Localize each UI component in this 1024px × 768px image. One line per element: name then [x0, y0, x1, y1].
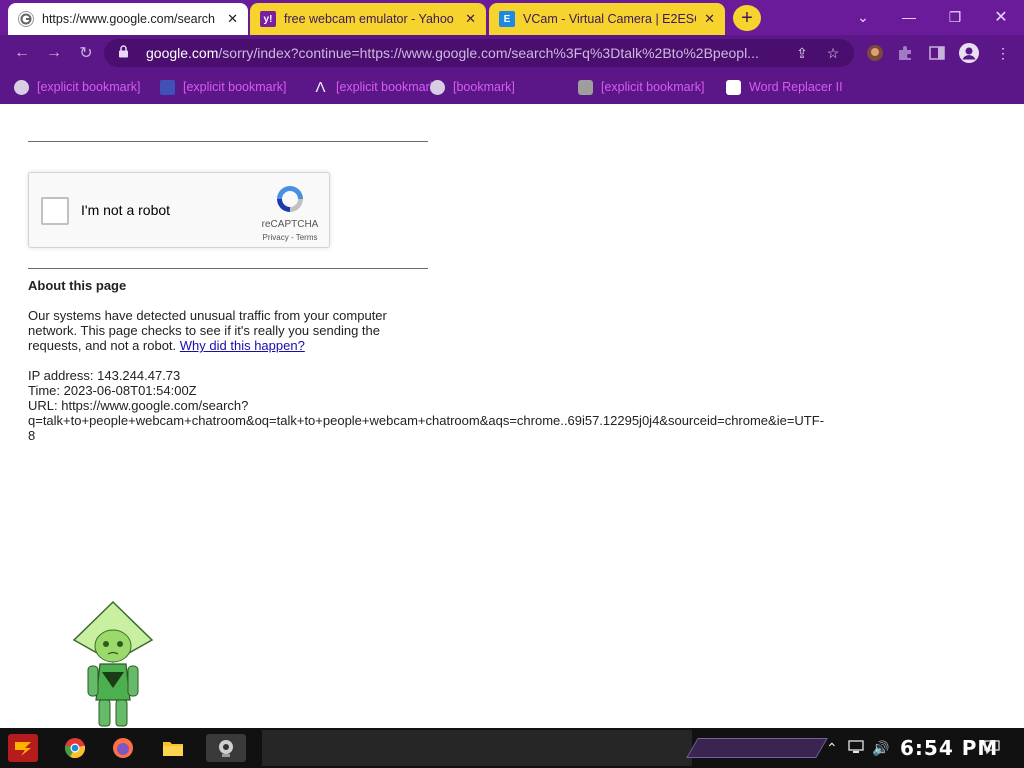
recaptcha-logo-icon — [277, 186, 303, 212]
close-icon[interactable]: ✕ — [227, 11, 238, 27]
account-avatar-icon[interactable] — [958, 43, 980, 63]
lock-icon — [118, 45, 132, 61]
bookmark-item[interactable]: [explicit bookmark] — [160, 77, 287, 97]
start-icon[interactable] — [8, 734, 38, 762]
chrome-icon[interactable] — [60, 734, 90, 762]
kebab-menu-icon[interactable]: ⋮ — [992, 43, 1014, 63]
back-button[interactable]: ← — [10, 41, 34, 65]
firefox-icon[interactable] — [108, 734, 138, 762]
tab-title: VCam - Virtual Camera | E2ESOFT — [523, 12, 696, 26]
notification-icon[interactable] — [984, 740, 1000, 757]
volume-icon[interactable]: 🔊 — [872, 740, 889, 757]
yahoo-icon: y! — [260, 11, 276, 27]
bookmark-label: [explicit bookmark] — [601, 80, 705, 94]
bookmark-label: Word Replacer II — [749, 80, 843, 94]
taskbar-theme-band — [262, 730, 692, 766]
vcam-icon: E — [499, 11, 515, 27]
explanation-paragraph: Our systems have detected unusual traffi… — [28, 308, 428, 353]
google-g-icon — [18, 11, 34, 27]
bookmark-star-icon[interactable]: ☆ — [822, 43, 844, 63]
page-content: I'm not a robot reCAPTCHA Privacy - Term… — [0, 104, 1024, 728]
bookmark-label: [explicit bookmark] — [336, 80, 440, 94]
restore-button[interactable]: ❐ — [938, 4, 972, 30]
bookmark-site-icon — [160, 79, 175, 95]
tab-google-search[interactable]: https://www.google.com/search ✕ — [8, 3, 248, 35]
tab-title: https://www.google.com/search — [42, 12, 215, 26]
chrome-globe-icon — [14, 79, 29, 95]
url-path: /sorry/index?continue=https://www.google… — [218, 45, 759, 61]
chrome-globe-icon — [430, 79, 445, 95]
word-replacer-icon — [726, 79, 741, 95]
recaptcha-brand: reCAPTCHA — [261, 219, 319, 230]
mascot-character-image — [72, 600, 154, 727]
recaptcha-privacy-terms[interactable]: Privacy - Terms — [255, 233, 325, 242]
bookmark-label: [explicit bookmark] — [37, 80, 141, 94]
extensions-puzzle-icon[interactable] — [894, 43, 916, 63]
share-icon[interactable]: ⇪ — [791, 43, 813, 63]
bookmark-item[interactable]: Λ [explicit bookmark] — [313, 77, 440, 97]
bookmark-site-icon — [578, 79, 593, 95]
file-explorer-icon[interactable] — [158, 734, 188, 762]
divider — [28, 268, 428, 269]
close-window-button[interactable]: ✕ — [984, 4, 1018, 30]
bookmark-label: [bookmark] — [453, 80, 515, 94]
forward-button[interactable]: → — [42, 41, 66, 65]
url-line: URL: https://www.google.com/search? — [28, 398, 249, 413]
tab-title: free webcam emulator - Yahoo — [284, 12, 454, 26]
recaptcha-checkbox[interactable] — [41, 197, 69, 225]
ip-address: IP address: 143.244.47.73 — [28, 368, 181, 383]
new-tab-button[interactable]: + — [733, 5, 761, 31]
arrow-right-icon: → — [46, 44, 62, 61]
bookmarks-bar: [explicit bookmark] [explicit bookmark] … — [0, 71, 1024, 104]
tab-search-button[interactable]: ⌄ — [846, 4, 880, 30]
windows-taskbar: ⌃ 🔊 6:54 PM — [0, 728, 1024, 768]
address-bar[interactable]: google.com/sorry/index?continue=https://… — [104, 39, 854, 67]
taskbar-theme-accent — [686, 738, 828, 758]
minimize-button[interactable]: — — [892, 4, 926, 30]
time-stamp: Time: 2023-06-08T01:54:00Z — [28, 383, 197, 398]
close-icon[interactable]: ✕ — [465, 11, 476, 27]
about-heading: About this page — [28, 278, 127, 293]
tab-yahoo-search[interactable]: y! free webcam emulator - Yahoo ✕ — [250, 3, 486, 35]
url-query: q=talk+to+people+webcam+chatroom&oq=talk… — [28, 413, 825, 443]
close-icon[interactable]: ✕ — [704, 11, 715, 27]
webcam-icon[interactable] — [206, 734, 246, 762]
bookmark-label: [explicit bookmark] — [183, 80, 287, 94]
divider — [28, 141, 428, 142]
network-icon[interactable] — [848, 740, 864, 757]
recaptcha-widget: I'm not a robot reCAPTCHA Privacy - Term… — [28, 172, 330, 248]
reload-icon: ↻ — [79, 45, 93, 62]
bookmark-item[interactable]: Word Replacer II — [726, 77, 843, 97]
recaptcha-label: I'm not a robot — [81, 202, 171, 218]
url-host: google.com — [146, 45, 219, 61]
why-did-this-happen-link[interactable]: Why did this happen? — [180, 338, 305, 353]
tab-vcam[interactable]: E VCam - Virtual Camera | E2ESOFT ✕ — [489, 3, 725, 35]
bookmark-item[interactable]: [explicit bookmark] — [578, 77, 705, 97]
tab-strip: https://www.google.com/search ✕ y! free … — [0, 0, 1024, 35]
bookmark-item[interactable]: [explicit bookmark] — [14, 77, 141, 97]
browser-toolbar: ← → ↻ google.com/sorry/index?continue=ht… — [0, 35, 1024, 71]
profile-extension-icon[interactable] — [864, 43, 886, 63]
arrow-logo-icon: Λ — [315, 78, 326, 96]
chevron-up-icon[interactable]: ⌃ — [826, 740, 838, 757]
side-panel-icon[interactable] — [926, 43, 948, 63]
bookmark-item[interactable]: [bookmark] — [430, 77, 515, 97]
arrow-left-icon: ← — [14, 44, 30, 61]
reload-button[interactable]: ↻ — [74, 41, 98, 65]
